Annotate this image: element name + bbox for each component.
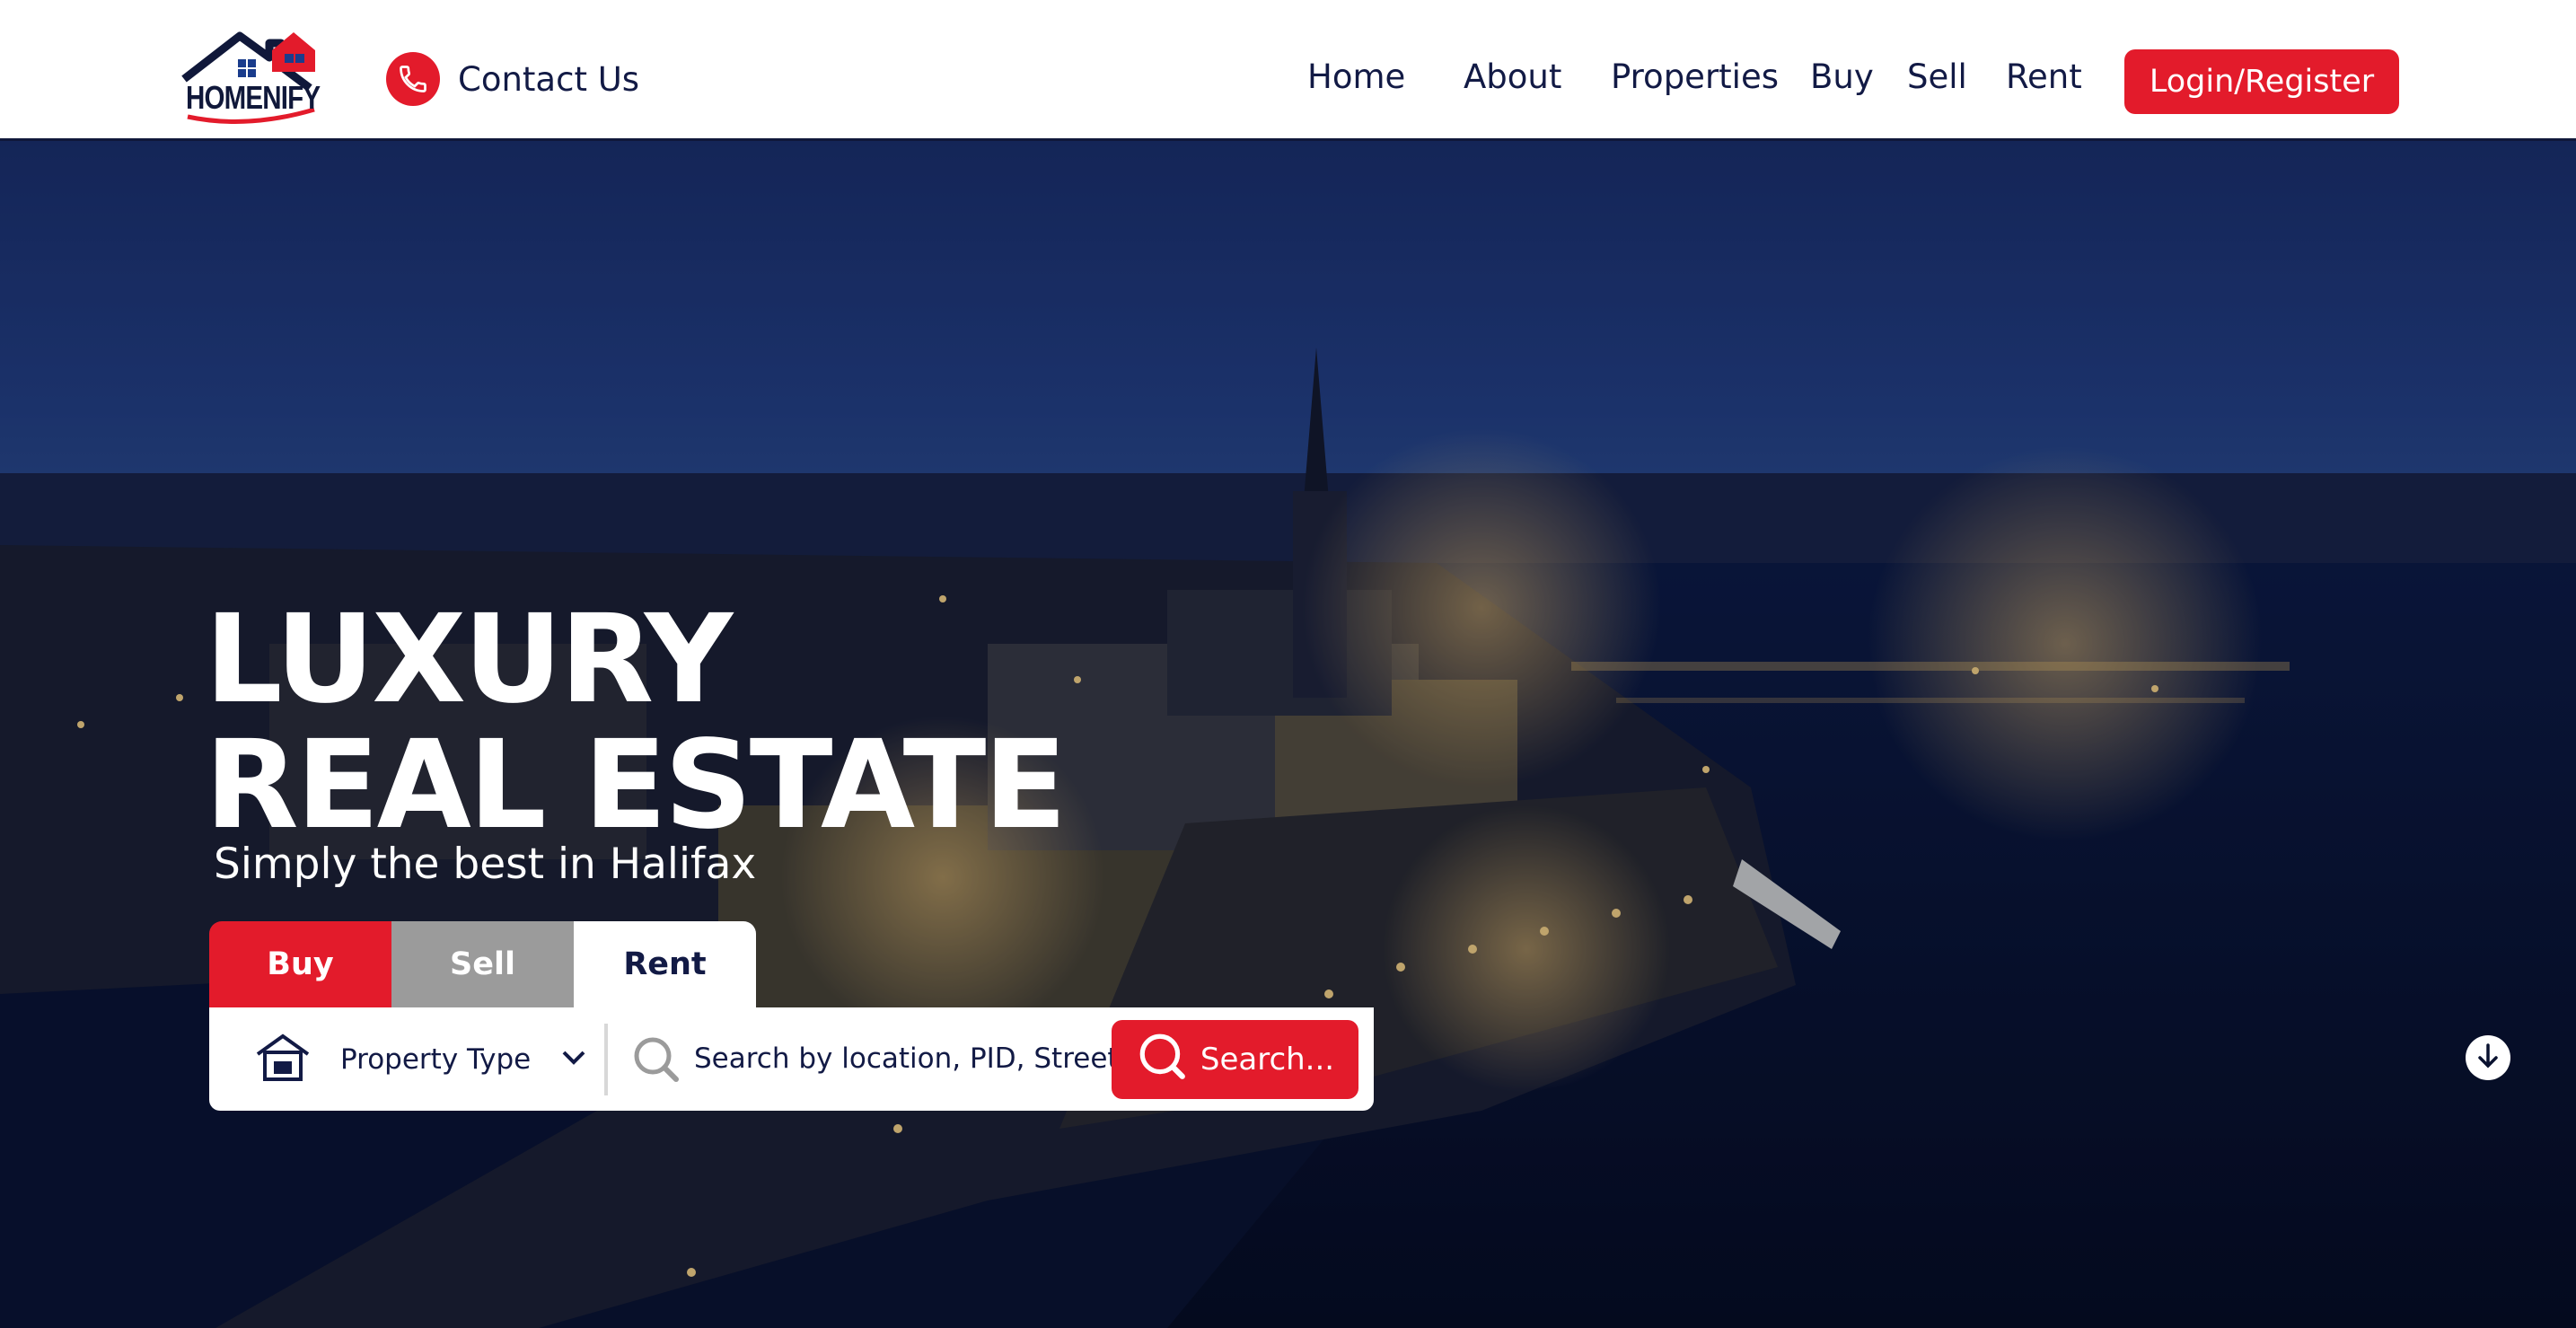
house-icon <box>254 1033 312 1086</box>
hero-title-line2: REAL ESTATE <box>205 715 1067 857</box>
login-register-button[interactable]: Login/Register <box>2124 49 2399 114</box>
tab-rent[interactable]: Rent <box>574 921 756 1007</box>
nav-rent[interactable]: Rent <box>2006 57 2082 96</box>
tab-sell[interactable]: Sell <box>391 921 574 1007</box>
property-type-label: Property Type <box>340 1043 532 1076</box>
nav-sell[interactable]: Sell <box>1907 57 1967 96</box>
brand-name: HOMENIFY <box>186 79 321 116</box>
homenify-logo[interactable]: HOMENIFY <box>175 16 328 128</box>
tab-buy[interactable]: Buy <box>209 921 391 1007</box>
site-header: HOMENIFY Contact Us Home About Propertie… <box>0 0 2576 141</box>
arrow-down-icon <box>2473 1041 2503 1075</box>
contact-label: Contact Us <box>458 59 640 99</box>
phone-icon <box>386 52 440 106</box>
contact-link[interactable]: Contact Us <box>386 52 639 106</box>
search-button[interactable]: Search... <box>1112 1020 1358 1099</box>
divider <box>604 1024 608 1095</box>
search-icon <box>631 1034 681 1088</box>
nav-home[interactable]: Home <box>1307 57 1405 96</box>
chevron-down-icon <box>561 1050 586 1069</box>
property-type-select[interactable]: Property Type <box>254 1033 586 1086</box>
search-icon <box>1136 1030 1188 1090</box>
search-button-label: Search... <box>1200 1042 1335 1077</box>
hero-title-line1: LUXURY <box>205 589 733 731</box>
hero-subtitle: Simply the best in Halifax <box>214 840 757 889</box>
search-bar: Property Type Search... <box>209 1007 1374 1111</box>
nav-about[interactable]: About <box>1464 57 1561 96</box>
nav-buy[interactable]: Buy <box>1810 57 1874 96</box>
nav-properties[interactable]: Properties <box>1611 57 1779 96</box>
scroll-down-button[interactable] <box>2466 1035 2510 1080</box>
hero-section: LUXURY REAL ESTATE Simply the best in Ha… <box>0 141 2576 1328</box>
